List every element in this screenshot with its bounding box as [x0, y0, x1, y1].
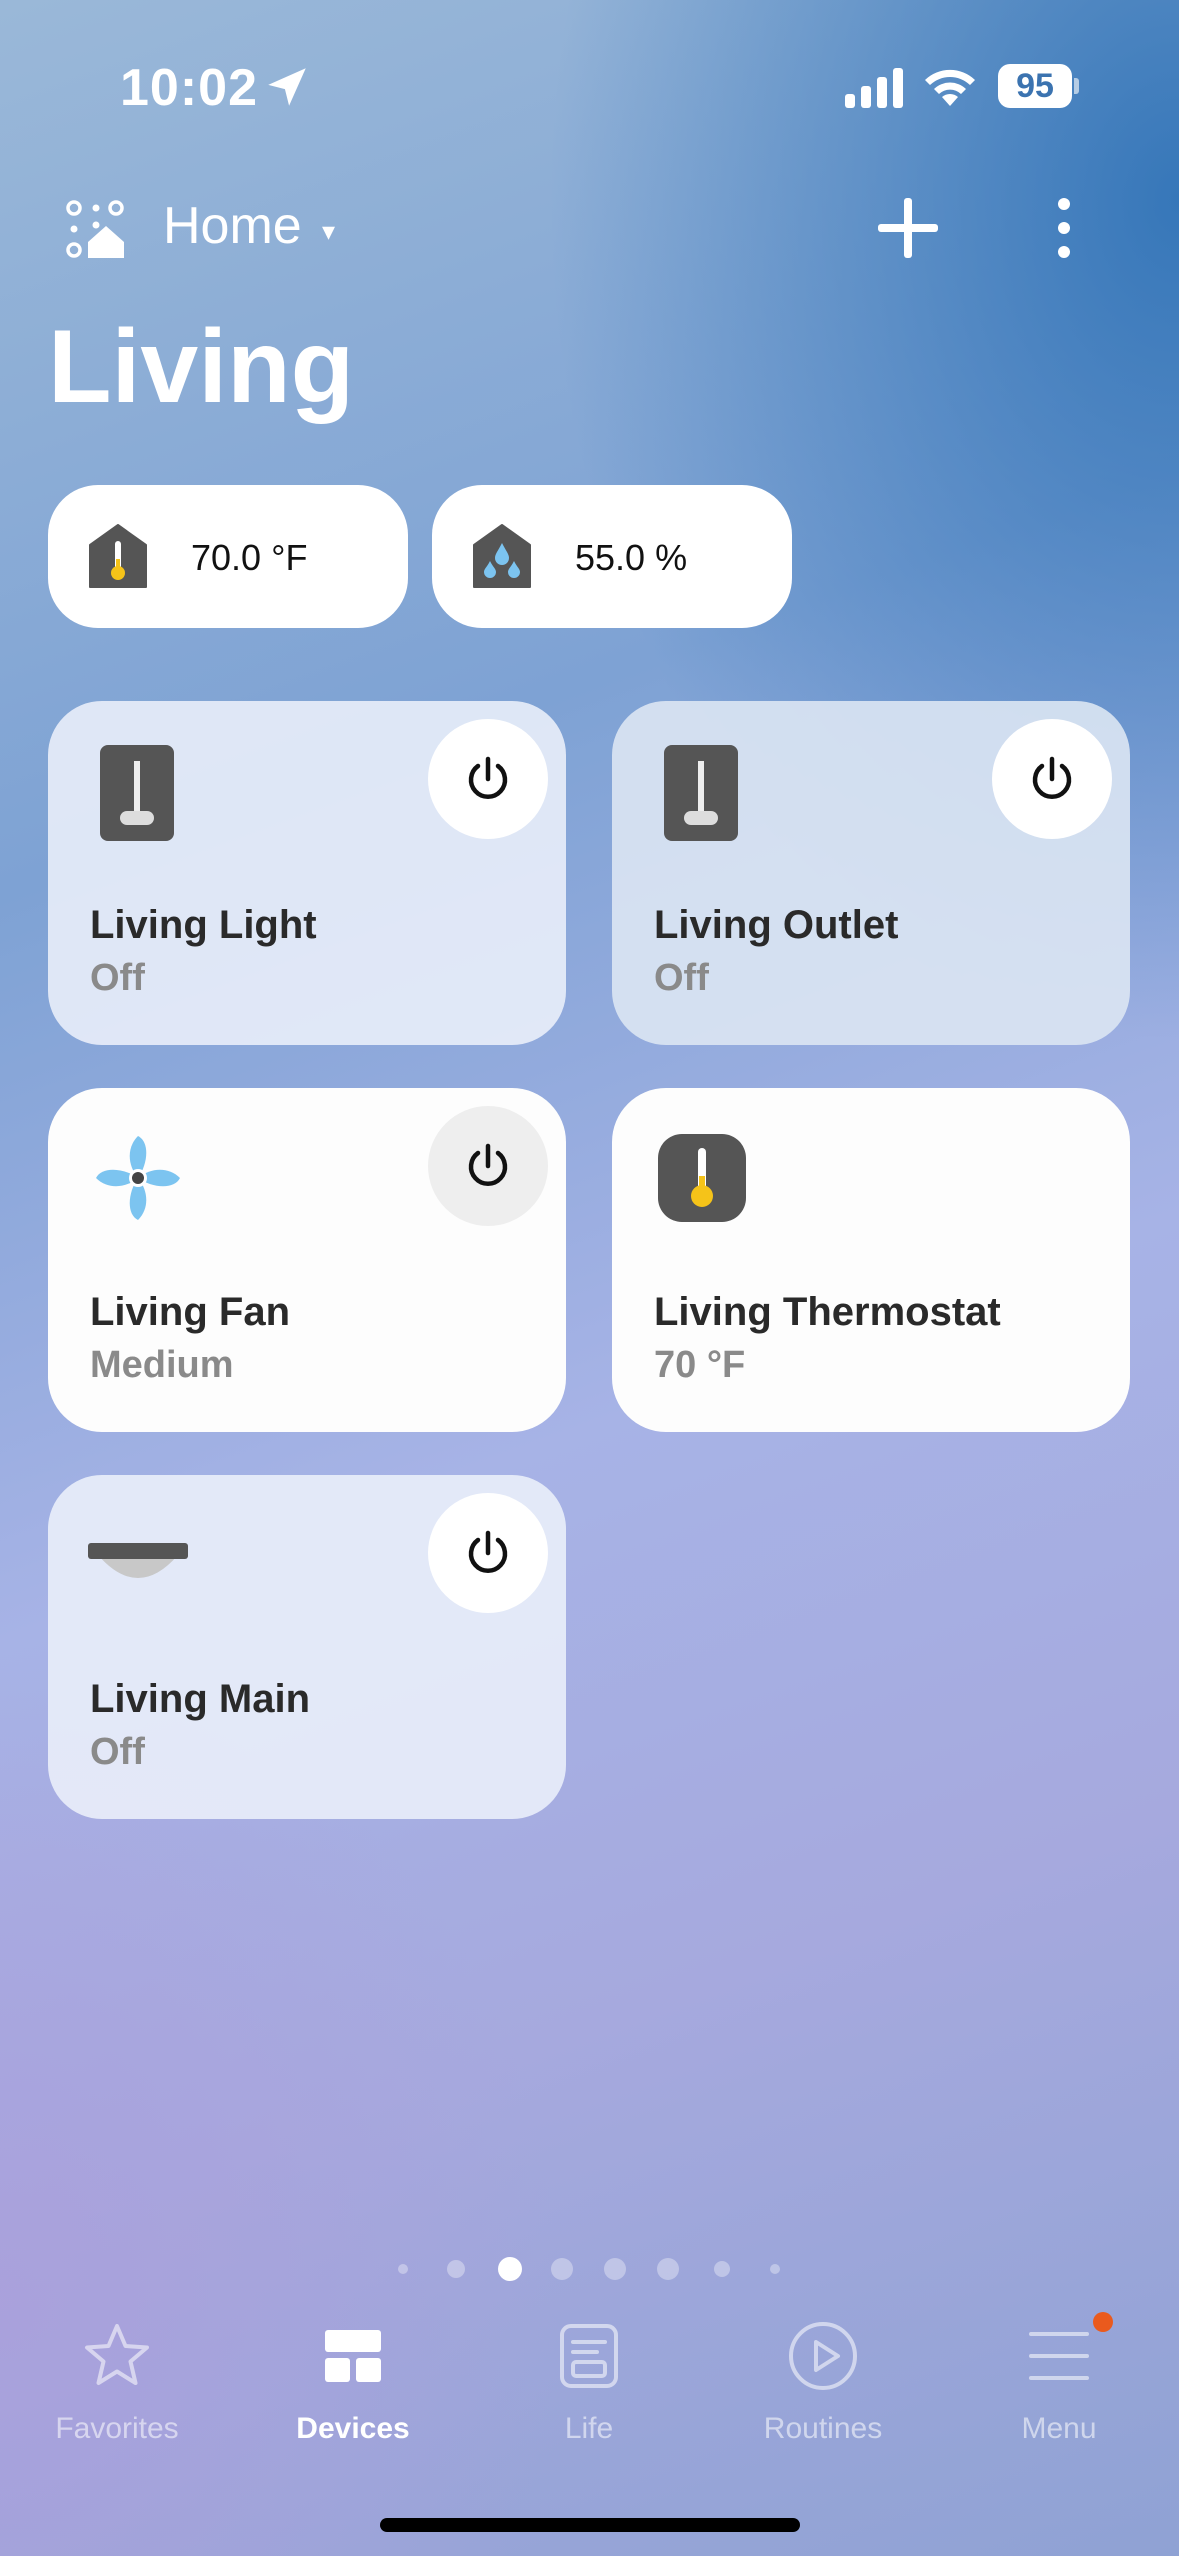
- power-icon: [468, 1530, 508, 1573]
- star-icon: [85, 2324, 149, 2385]
- tab-favorites[interactable]: Favorites: [17, 2320, 217, 2460]
- notification-badge: [1093, 2312, 1113, 2332]
- page-dot[interactable]: [447, 2260, 465, 2278]
- page-dot-active[interactable]: [498, 2257, 522, 2281]
- room-title: Living: [48, 309, 355, 425]
- tab-label: Favorites: [55, 2412, 179, 2445]
- devices-icon: [325, 2330, 381, 2382]
- device-name: Living Thermostat: [654, 1290, 1001, 1334]
- battery-level: 95: [998, 64, 1072, 108]
- device-state: Off: [90, 957, 145, 999]
- temperature-value: 70.0 °F: [191, 537, 308, 578]
- page-dot[interactable]: [657, 2258, 679, 2280]
- page-dot[interactable]: [551, 2258, 573, 2280]
- power-button[interactable]: [992, 719, 1112, 839]
- power-icon: [468, 756, 508, 799]
- menu-icon: [1029, 2332, 1089, 2380]
- tab-life[interactable]: Life: [489, 2320, 689, 2460]
- device-name: Living Outlet: [654, 903, 899, 947]
- device-card-living-main[interactable]: Living Main Off: [48, 1475, 566, 1819]
- device-card-living-outlet[interactable]: Living Outlet Off: [612, 701, 1130, 1045]
- device-state: 70 °F: [654, 1344, 746, 1386]
- humidity-chip[interactable]: 55.0 %: [432, 485, 792, 628]
- tab-label: Menu: [1021, 2412, 1097, 2445]
- tab-label: Routines: [763, 2412, 883, 2445]
- humidity-value: 55.0 %: [575, 537, 688, 578]
- page-dot[interactable]: [714, 2261, 730, 2277]
- tab-label: Life: [564, 2412, 614, 2445]
- power-button[interactable]: [428, 1106, 548, 1226]
- humidity-sensor-icon: [473, 524, 531, 588]
- power-button[interactable]: [428, 1493, 548, 1613]
- page-dot[interactable]: [604, 2258, 626, 2280]
- ceiling-light-icon: [88, 1543, 188, 1578]
- home-indicator[interactable]: [380, 2518, 800, 2532]
- tab-label: Devices: [296, 2412, 410, 2445]
- device-state: Off: [654, 957, 709, 999]
- page-indicator[interactable]: [0, 2256, 1179, 2282]
- device-card-living-thermostat[interactable]: Living Thermostat 70 °F: [612, 1088, 1130, 1432]
- device-name: Living Fan: [90, 1290, 290, 1334]
- play-icon: [789, 2322, 857, 2390]
- page-dot[interactable]: [398, 2264, 408, 2274]
- location-arrow-icon: [268, 68, 306, 106]
- device-state: Medium: [90, 1344, 234, 1386]
- tab-routines[interactable]: Routines: [723, 2320, 923, 2460]
- life-icon: [560, 2324, 618, 2388]
- power-button[interactable]: [428, 719, 548, 839]
- add-device-button[interactable]: [876, 196, 940, 260]
- more-options-icon[interactable]: [1050, 196, 1078, 260]
- status-time: 10:02: [120, 59, 258, 117]
- thermostat-icon: [658, 1134, 746, 1222]
- cellular-signal-icon: [845, 68, 903, 108]
- tab-devices[interactable]: Devices: [253, 2320, 453, 2460]
- chevron-down-icon[interactable]: ▾: [322, 216, 335, 247]
- battery-indicator: 95: [998, 64, 1080, 108]
- device-card-living-light[interactable]: Living Light Off: [48, 701, 566, 1045]
- power-icon: [1032, 756, 1072, 799]
- device-card-living-fan[interactable]: Living Fan Medium: [48, 1088, 566, 1432]
- fan-icon: [96, 1136, 180, 1220]
- switch-icon: [664, 745, 738, 841]
- wifi-icon: [925, 69, 975, 106]
- device-state: Off: [90, 1731, 145, 1773]
- home-selector[interactable]: Home: [163, 196, 302, 256]
- temperature-chip[interactable]: 70.0 °F: [48, 485, 408, 628]
- page-dot[interactable]: [770, 2264, 780, 2274]
- switch-icon: [100, 745, 174, 841]
- tab-menu[interactable]: Menu: [959, 2320, 1159, 2460]
- home-switcher-icon[interactable]: [66, 200, 124, 258]
- device-name: Living Main: [90, 1677, 310, 1721]
- power-icon: [468, 1143, 508, 1186]
- device-name: Living Light: [90, 903, 317, 947]
- temperature-sensor-icon: [89, 524, 147, 588]
